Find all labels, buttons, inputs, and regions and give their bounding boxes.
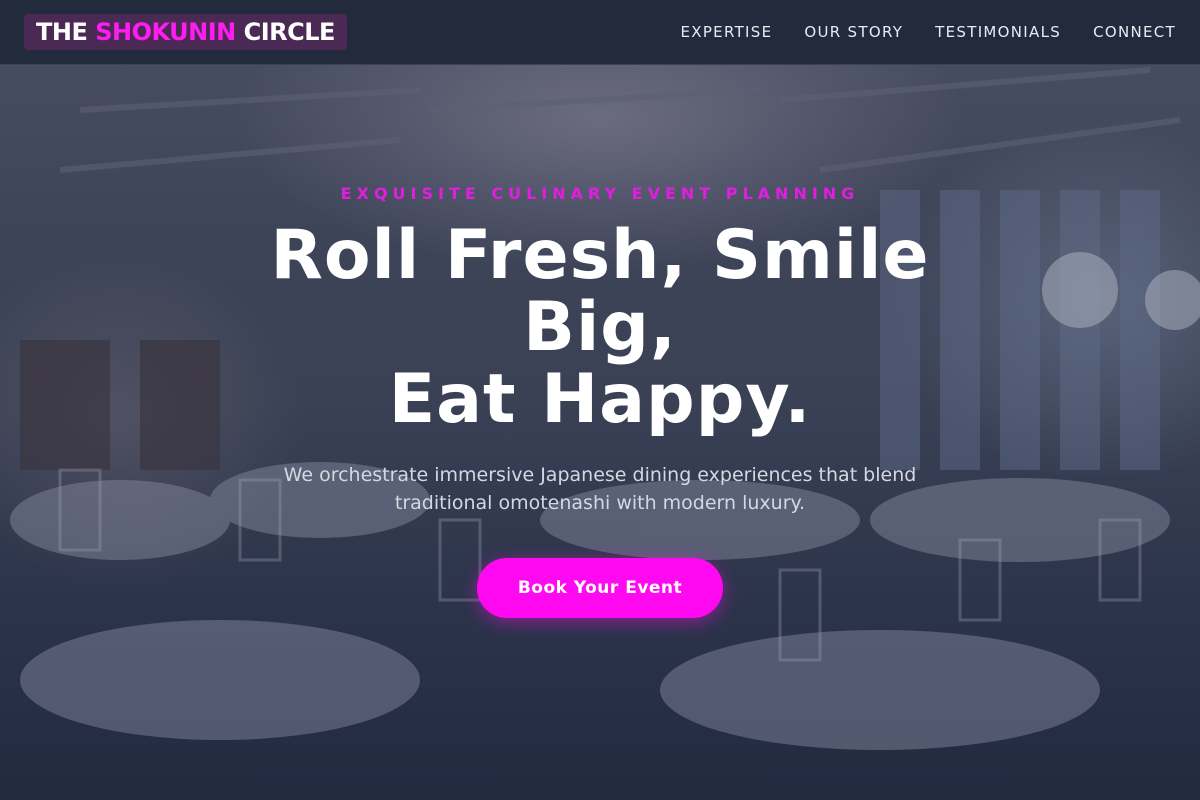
hero-section: EXQUISITE CULINARY EVENT PLANNING Roll F… xyxy=(0,65,1200,800)
nav-our-story[interactable]: OUR STORY xyxy=(804,23,903,41)
brand-logo[interactable]: THE SHOKUNIN CIRCLE xyxy=(24,14,347,50)
logo-text-circle: CIRCLE xyxy=(235,18,336,46)
hero-headline: Roll Fresh, Smile Big, Eat Happy. xyxy=(250,220,950,436)
main-nav: EXPERTISE OUR STORY TESTIMONIALS CONNECT xyxy=(680,23,1176,41)
site-header: THE SHOKUNIN CIRCLE EXPERTISE OUR STORY … xyxy=(0,0,1200,65)
nav-testimonials[interactable]: TESTIMONIALS xyxy=(935,23,1061,41)
book-event-button[interactable]: Book Your Event xyxy=(477,558,723,618)
nav-expertise[interactable]: EXPERTISE xyxy=(680,23,772,41)
logo-text-the: THE xyxy=(36,18,96,46)
nav-connect[interactable]: CONNECT xyxy=(1093,23,1176,41)
logo-text-shokunin: SHOKUNIN xyxy=(95,18,236,46)
hero-eyebrow: EXQUISITE CULINARY EVENT PLANNING xyxy=(340,184,860,203)
hero-headline-line1: Roll Fresh, Smile Big, xyxy=(270,216,930,367)
hero-subhead: We orchestrate immersive Japanese dining… xyxy=(283,464,917,514)
hero-headline-line2: Eat Happy. xyxy=(388,360,812,439)
